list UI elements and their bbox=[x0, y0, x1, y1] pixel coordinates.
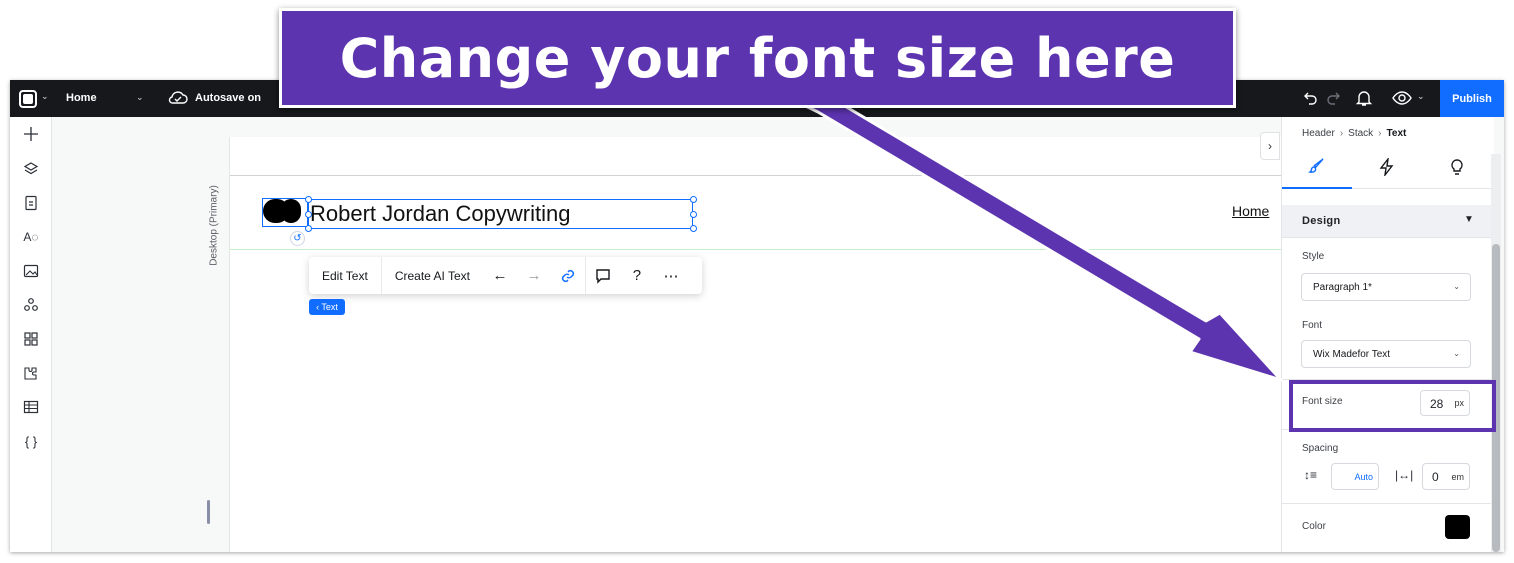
resize-handle[interactable] bbox=[690, 211, 697, 218]
redo-icon[interactable] bbox=[1325, 89, 1341, 107]
design-section-header[interactable]: Design ▼ bbox=[1282, 205, 1492, 238]
typography-icon[interactable]: A◌ bbox=[22, 228, 40, 246]
resize-handle[interactable] bbox=[690, 196, 697, 203]
editor-window: ⌄ Home ⌄ Autosave on ⌄ Publish A◌ {} De… bbox=[10, 80, 1504, 552]
style-label: Style bbox=[1302, 251, 1325, 262]
chevron-down-icon[interactable]: ⌄ bbox=[136, 92, 144, 103]
inspector-scrollbar[interactable] bbox=[1491, 154, 1501, 552]
tab-interactions[interactable] bbox=[1352, 145, 1422, 189]
breadcrumb-item[interactable]: Stack bbox=[1348, 128, 1373, 139]
letter-spacing-icon: |↔| bbox=[1395, 468, 1414, 482]
tab-design[interactable] bbox=[1282, 145, 1352, 189]
breadcrumb-current: Text bbox=[1386, 128, 1407, 139]
breadcrumb: Header › Stack › Text bbox=[1302, 128, 1406, 139]
tab-ai-tips[interactable] bbox=[1422, 145, 1492, 189]
canvas-scroll-indicator[interactable] bbox=[207, 500, 210, 524]
nav-link-home[interactable]: Home bbox=[1232, 203, 1269, 219]
chevron-right-icon[interactable]: › bbox=[1260, 132, 1280, 160]
rotate-icon[interactable]: ↺ bbox=[290, 231, 305, 246]
autosave-status: Autosave on bbox=[195, 92, 262, 104]
font-dropdown[interactable]: Wix Madefor Text ⌄ bbox=[1301, 340, 1471, 368]
arrow-right-icon[interactable]: → bbox=[517, 257, 551, 294]
breadcrumb-item[interactable]: Header bbox=[1302, 128, 1335, 139]
cloud-icon bbox=[168, 91, 188, 104]
inspector-tabs bbox=[1282, 145, 1492, 189]
breakpoint-label: Desktop (Primary) bbox=[208, 185, 220, 266]
edit-text-button[interactable]: Edit Text bbox=[309, 257, 382, 294]
font-label: Font bbox=[1302, 320, 1323, 331]
lightning-icon bbox=[1379, 158, 1394, 176]
site-title-text[interactable]: Robert Jordan Copywriting bbox=[310, 201, 570, 227]
context-toolbar: Edit Text Create AI Text ← → ? ⋯ bbox=[309, 257, 702, 294]
publish-button[interactable]: Publish bbox=[1440, 80, 1504, 117]
create-ai-text-button[interactable]: Create AI Text bbox=[382, 257, 483, 294]
color-label: Color bbox=[1302, 521, 1326, 532]
lightbulb-icon bbox=[1451, 159, 1463, 175]
inspector-panel: Header › Stack › Text Design ▼ Style Parag bbox=[1281, 117, 1494, 552]
arrow-left-icon[interactable]: ← bbox=[483, 257, 517, 294]
grid-icon[interactable] bbox=[22, 330, 40, 348]
media-icon[interactable] bbox=[22, 262, 40, 280]
link-icon[interactable] bbox=[551, 257, 585, 294]
brush-icon bbox=[1308, 158, 1324, 173]
chevron-right-icon: › bbox=[1339, 128, 1344, 139]
spacing-label: Spacing bbox=[1302, 443, 1339, 454]
caret-down-icon: ▼ bbox=[1464, 214, 1474, 225]
callout-banner: Change your font size here bbox=[279, 8, 1236, 108]
chevron-down-icon[interactable]: ⌄ bbox=[1417, 91, 1425, 102]
left-toolbar: A◌ { } bbox=[10, 117, 52, 552]
wix-logo-icon[interactable] bbox=[19, 90, 37, 108]
preview-eye-icon[interactable] bbox=[1392, 89, 1412, 107]
table-icon[interactable] bbox=[22, 398, 40, 416]
chevron-down-icon: ⌄ bbox=[1453, 282, 1460, 291]
help-icon[interactable]: ? bbox=[620, 257, 654, 294]
apps-icon[interactable] bbox=[22, 296, 40, 314]
line-height-icon: ↕≡ bbox=[1304, 468, 1318, 482]
divider bbox=[1282, 503, 1492, 504]
pages-icon[interactable] bbox=[22, 194, 40, 212]
font-size-highlight bbox=[1289, 380, 1496, 432]
line-height-input[interactable]: Auto bbox=[1331, 463, 1379, 490]
undo-icon[interactable] bbox=[1303, 89, 1319, 107]
resize-handle[interactable] bbox=[690, 225, 697, 232]
chevron-right-icon: › bbox=[1378, 128, 1382, 139]
site-logo[interactable] bbox=[263, 197, 305, 225]
puzzle-icon[interactable] bbox=[22, 364, 40, 382]
code-icon[interactable]: { } bbox=[22, 432, 40, 450]
add-icon[interactable] bbox=[22, 125, 40, 143]
bell-icon[interactable] bbox=[1355, 89, 1373, 107]
more-actions-icon[interactable]: ⋯ bbox=[654, 257, 688, 294]
page-selector[interactable]: Home bbox=[66, 92, 97, 104]
comment-icon[interactable] bbox=[586, 257, 620, 294]
color-swatch[interactable] bbox=[1445, 515, 1470, 539]
style-dropdown[interactable]: Paragraph 1* ⌄ bbox=[1301, 273, 1471, 301]
chevron-down-icon[interactable]: ⌄ bbox=[41, 91, 49, 102]
chevron-down-icon: ⌄ bbox=[1453, 349, 1460, 358]
layers-icon[interactable] bbox=[22, 160, 40, 178]
selection-tag[interactable]: ‹ Text bbox=[309, 299, 345, 315]
letter-spacing-input[interactable]: 0 em bbox=[1422, 463, 1470, 490]
